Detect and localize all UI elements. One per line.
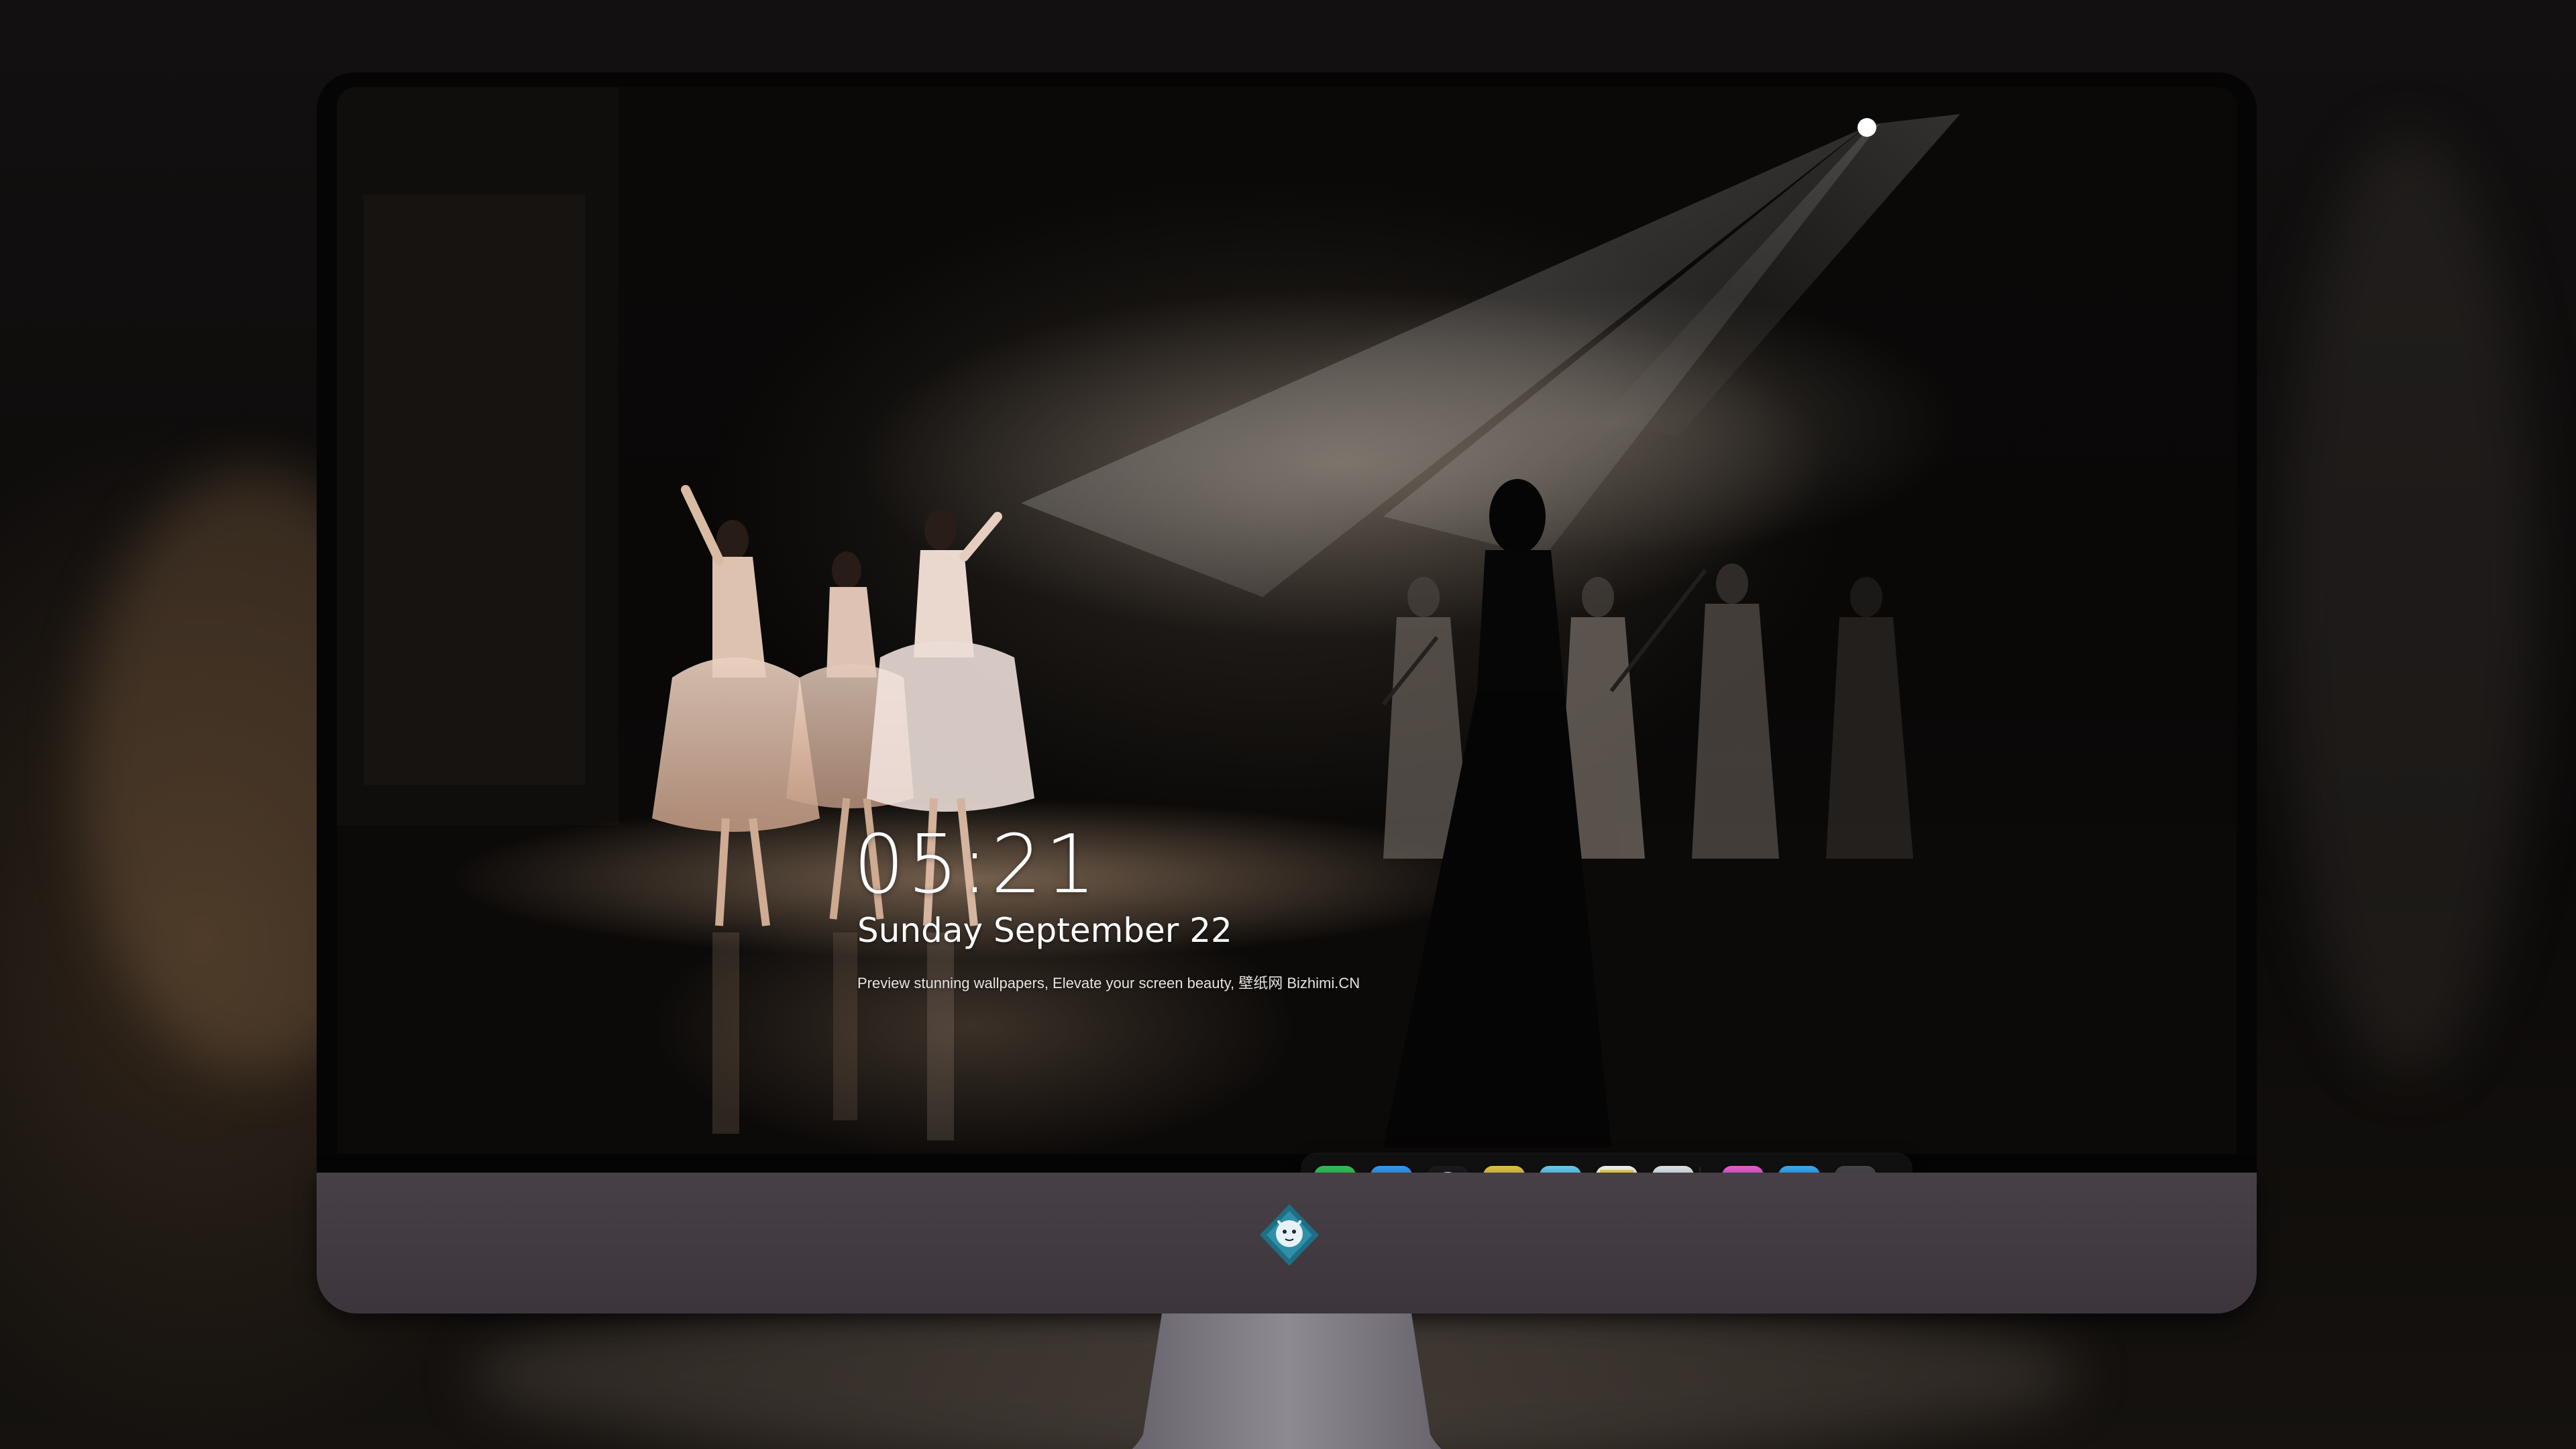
dock-separator: [1699, 1167, 1701, 1173]
background-glow-right: [2281, 134, 2536, 1073]
monitor-stand: [1132, 1313, 1442, 1449]
desktop-scene: 05:21 Sunday September 22 Preview stunni…: [0, 0, 2576, 1449]
photobooth-icon[interactable]: [1652, 1166, 1694, 1173]
messages-icon[interactable]: [1314, 1166, 1356, 1173]
screen-bezel: 05:21 Sunday September 22 Preview stunni…: [317, 72, 2257, 1173]
notes-icon[interactable]: [1596, 1166, 1638, 1173]
wallpaper-caption: Preview stunning wallpapers, Elevate you…: [857, 975, 1360, 991]
camera-icon[interactable]: [1835, 1166, 1876, 1173]
appstore-icon[interactable]: [1778, 1166, 1820, 1173]
lock-date: Sunday September 22: [857, 911, 1232, 950]
brand-logo-icon: [1256, 1201, 1323, 1269]
wallpaper: 05:21 Sunday September 22 Preview stunni…: [337, 87, 2237, 1154]
lock-clock: 05:21: [853, 818, 1099, 912]
imac-monitor: 05:21 Sunday September 22 Preview stunni…: [317, 72, 2257, 1449]
clock-icon[interactable]: [1427, 1166, 1468, 1173]
dock: [1301, 1152, 1913, 1173]
preview-icon[interactable]: [1483, 1166, 1525, 1173]
stage-photo: [337, 87, 2237, 1154]
clips-icon[interactable]: [1540, 1166, 1581, 1173]
itunes-icon[interactable]: [1722, 1166, 1764, 1173]
spotlight: [1858, 118, 1876, 137]
weather-icon[interactable]: [1371, 1166, 1412, 1173]
